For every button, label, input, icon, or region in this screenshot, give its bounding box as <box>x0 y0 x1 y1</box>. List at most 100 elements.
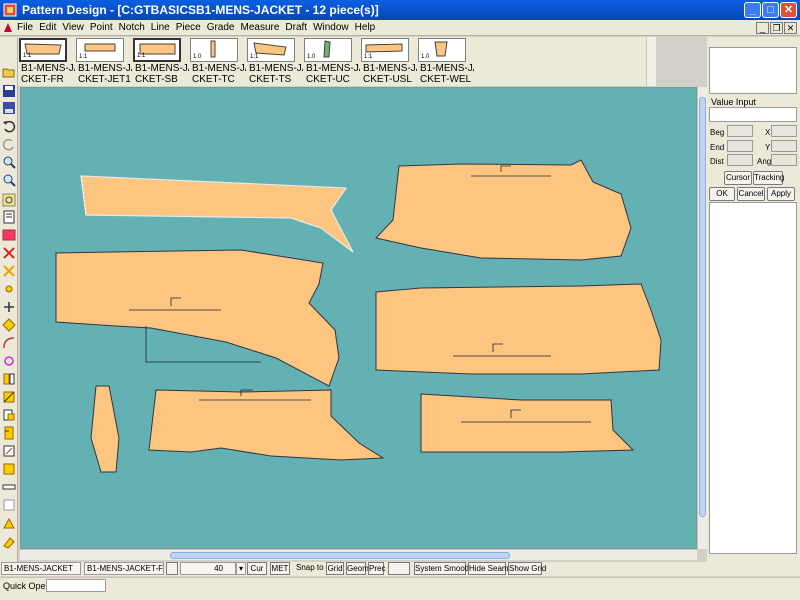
zoom-field[interactable]: 40 <box>180 562 236 575</box>
maximize-button[interactable]: □ <box>762 2 779 18</box>
menu-edit[interactable]: Edit <box>37 22 60 34</box>
blank-icon[interactable] <box>2 498 16 512</box>
snap-geom-button[interactable]: Geom <box>346 562 369 575</box>
met-button[interactable]: MET <box>270 562 290 575</box>
close-button[interactable]: ✕ <box>780 2 797 18</box>
piece-thumbnail[interactable]: 1.0 B1-MENS-JA CKET-WEL <box>417 37 474 86</box>
ok-button[interactable]: OK <box>709 187 735 201</box>
piece-suffix: CKET-JET1 <box>78 74 131 85</box>
value-input-field[interactable] <box>709 107 797 122</box>
move-point-icon[interactable] <box>2 282 16 296</box>
end-field[interactable] <box>727 140 753 152</box>
pattern-piece-facing[interactable] <box>90 385 120 473</box>
cancel-button[interactable]: Cancel <box>737 187 765 201</box>
mirror-icon[interactable] <box>2 372 16 386</box>
ruler-icon[interactable] <box>2 480 16 494</box>
horizontal-scrollbar[interactable] <box>20 549 697 560</box>
piece-thumbnail[interactable]: 1.0 B1-MENS-JA CKET-UC <box>303 37 360 86</box>
piece-thumbnail[interactable]: 1:1 B1-MENS-JA CKET-USL <box>360 37 417 86</box>
scroll-thumb[interactable] <box>170 552 510 559</box>
stamp-icon[interactable] <box>2 516 16 530</box>
zoom-in-icon[interactable] <box>2 155 16 169</box>
cur-button[interactable]: Cur <box>247 562 267 575</box>
save-as-icon[interactable] <box>2 101 16 115</box>
piece-thumbnail[interactable]: 1:1 B1-MENS-JA CKET-TS <box>246 37 303 86</box>
piece-thumbnail[interactable]: 1:1 B1-MENS-JA CKET-SB <box>132 37 189 86</box>
walk-icon[interactable] <box>2 462 16 476</box>
system-smoothing-button[interactable]: System Smoothing <box>414 562 482 575</box>
piece-bar-scrollbar[interactable] <box>646 37 656 86</box>
paint-icon[interactable] <box>2 536 16 550</box>
menu-window[interactable]: Window <box>311 22 353 34</box>
menu-view[interactable]: View <box>60 22 88 34</box>
scroll-thumb[interactable] <box>699 97 706 517</box>
drawing-canvas[interactable] <box>20 87 697 549</box>
delete-icon[interactable] <box>2 246 16 260</box>
menu-point[interactable]: Point <box>88 22 117 34</box>
hide-seams-button[interactable]: Hide Seams <box>468 562 513 575</box>
pattern-piece-front[interactable] <box>55 249 340 387</box>
snap-grid-button[interactable]: Grid <box>326 562 344 575</box>
menu-line[interactable]: Line <box>149 22 174 34</box>
grade-icon[interactable] <box>2 408 16 422</box>
piece-thumbnail[interactable]: 1:1 B1-MENS-JA CKET-JET1 <box>75 37 132 86</box>
pattern-piece-sleeve-bottom[interactable] <box>420 393 635 453</box>
style-field: B1-MENS-JACKET <box>1 562 81 575</box>
pattern-piece-back[interactable] <box>375 283 662 375</box>
piece-thumbnail[interactable]: 1:1 B1-MENS-JA CKET-FR <box>18 37 75 86</box>
scissors-icon[interactable] <box>2 264 16 278</box>
piece-field: B1-MENS-JACKET-FAC <box>84 562 164 575</box>
cursor-button[interactable]: Cursor <box>724 171 752 185</box>
color-swatch[interactable] <box>166 562 178 575</box>
show-grid-button[interactable]: Show Grid <box>508 562 546 575</box>
menu-help[interactable]: Help <box>353 22 380 34</box>
y-label: Y <box>765 143 771 152</box>
add-point-icon[interactable] <box>2 300 16 314</box>
open-icon[interactable] <box>2 65 16 79</box>
menu-grade[interactable]: Grade <box>205 22 239 34</box>
vertical-scrollbar[interactable] <box>697 87 707 549</box>
redo-icon[interactable] <box>2 137 16 151</box>
save-icon[interactable] <box>2 84 16 98</box>
mdi-close-button[interactable]: ✕ <box>784 22 797 34</box>
pattern-piece-collar[interactable] <box>80 175 354 253</box>
undo-icon[interactable] <box>2 119 16 133</box>
snap-prec-button[interactable]: Prec <box>368 562 385 575</box>
output-box <box>709 202 797 554</box>
menu-piece[interactable]: Piece <box>174 22 205 34</box>
chevron-down-icon[interactable]: ▾ <box>236 562 246 575</box>
pattern-piece-sleeve-top[interactable] <box>375 159 632 261</box>
zoom-piece-icon[interactable] <box>2 193 16 207</box>
menu-file[interactable]: File <box>15 22 37 34</box>
mdi-minimize-button[interactable]: _ <box>756 22 769 34</box>
rotate-icon[interactable] <box>2 318 16 332</box>
x-field[interactable] <box>771 125 797 137</box>
notch-icon[interactable] <box>2 210 16 224</box>
y-field[interactable] <box>771 140 797 152</box>
dist-field[interactable] <box>727 154 753 166</box>
thumbnail-card: 1:1 <box>133 38 181 62</box>
menu-notch[interactable]: Notch <box>117 22 149 34</box>
piece-thumbnail[interactable]: 1.0 B1-MENS-JA CKET-TC <box>189 37 246 86</box>
measure-icon[interactable] <box>2 426 16 440</box>
zoom-out-icon[interactable] <box>2 173 16 187</box>
mark-icon[interactable] <box>2 228 16 242</box>
thumbnail-card: 1.0 <box>418 38 466 62</box>
mdi-restore-button[interactable]: ❐ <box>770 22 783 34</box>
minimize-button[interactable]: _ <box>744 2 761 18</box>
trace-icon[interactable] <box>2 444 16 458</box>
blank-toggle[interactable] <box>388 562 410 575</box>
fold-icon[interactable] <box>2 390 16 404</box>
split-icon[interactable] <box>2 354 16 368</box>
quick-open-input[interactable] <box>46 579 106 592</box>
ang-field[interactable] <box>771 154 797 166</box>
tracking-button[interactable]: Tracking <box>753 171 784 185</box>
apply-button[interactable]: Apply <box>767 187 795 201</box>
curve-icon[interactable] <box>2 336 16 350</box>
pattern-piece-side[interactable] <box>148 389 385 461</box>
menu-measure[interactable]: Measure <box>239 22 284 34</box>
beg-field[interactable] <box>727 125 753 137</box>
menu-draft[interactable]: Draft <box>283 22 311 34</box>
quick-open-bar: Quick Open <box>0 577 800 600</box>
snap-label: Snap to: <box>296 563 324 572</box>
